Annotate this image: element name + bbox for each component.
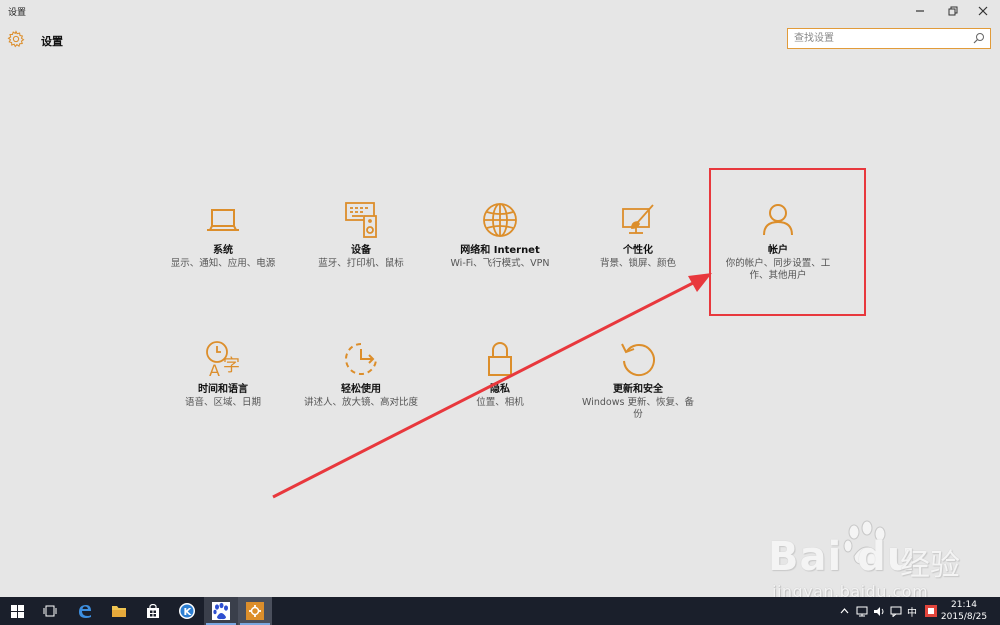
tile-time-language[interactable]: A 字 时间和语言 语音、区域、日期 (161, 339, 285, 409)
settings-app-icon (246, 602, 264, 620)
store-button[interactable] (136, 597, 170, 625)
title-bar: 设置 (0, 0, 1000, 22)
restore-button[interactable] (936, 0, 970, 22)
tray-volume[interactable] (871, 597, 887, 625)
tile-system[interactable]: 系统 显示、通知、应用、电源 (161, 200, 285, 270)
tile-update-security[interactable]: 更新和安全 Windows 更新、恢复、备份 (576, 339, 700, 421)
taskbar: K 中 21:14 2015/8/25 (0, 597, 1000, 625)
paintbrush-icon (622, 204, 654, 234)
time-language-icon: A 字 (206, 341, 240, 379)
network-icon (856, 606, 868, 616)
lock-icon (488, 342, 512, 376)
tile-name: 时间和语言 (198, 384, 248, 395)
clock-date: 2015/8/25 (940, 612, 988, 622)
laptop-icon (207, 209, 239, 231)
tile-desc: Windows 更新、恢复、备份 (582, 397, 694, 420)
ease-of-access-icon (345, 343, 377, 375)
chevron-up-icon (840, 608, 848, 614)
restore-icon (948, 6, 958, 16)
search-input[interactable] (788, 29, 968, 48)
k-app-icon: K (179, 603, 195, 619)
tile-name: 设备 (351, 245, 371, 256)
k-app-button[interactable]: K (170, 597, 204, 625)
task-view-button[interactable] (33, 597, 67, 625)
tile-name: 更新和安全 (613, 384, 663, 395)
svg-text:K: K (184, 607, 193, 618)
minimize-button[interactable] (903, 0, 937, 22)
devices-icon (345, 202, 377, 238)
tile-name: 个性化 (623, 245, 653, 256)
volume-icon (874, 606, 884, 616)
minimize-icon (916, 10, 924, 12)
tile-privacy[interactable]: 隐私 位置、相机 (438, 339, 562, 409)
tile-desc: Wi-Fi、飞行模式、VPN (450, 258, 550, 269)
tile-name: 隐私 (490, 384, 510, 395)
tile-desc: 蓝牙、打印机、鼠标 (318, 258, 404, 269)
svg-text:A: A (209, 361, 220, 379)
refresh-icon (621, 343, 655, 377)
tile-name: 网络和 Internet (460, 245, 540, 256)
taskbar-clock[interactable]: 21:14 2015/8/25 (934, 599, 994, 623)
tile-network[interactable]: 网络和 Internet Wi-Fi、飞行模式、VPN (438, 200, 562, 270)
file-explorer-button[interactable] (102, 597, 136, 625)
search-icon[interactable] (973, 32, 985, 44)
watermark-suffix: 经验 (900, 548, 960, 583)
task-view-icon (43, 605, 57, 617)
tray-network[interactable] (854, 597, 870, 625)
tile-desc: 语音、区域、日期 (184, 397, 261, 408)
highlight-box (709, 168, 866, 316)
gear-icon (7, 30, 25, 48)
edge-button[interactable] (68, 597, 102, 625)
settings-app-button[interactable] (238, 597, 272, 625)
store-icon (147, 603, 159, 618)
tile-ease-of-access[interactable]: 轻松使用 讲述人、放大镜、高对比度 (299, 339, 423, 409)
file-explorer-icon (112, 606, 126, 617)
message-icon (890, 606, 902, 617)
tray-message[interactable] (888, 597, 904, 625)
tray-overflow-button[interactable] (837, 597, 851, 625)
start-button[interactable] (0, 597, 34, 625)
tile-devices[interactable]: 设备 蓝牙、打印机、鼠标 (299, 200, 423, 270)
globe-icon (483, 203, 517, 237)
windows-start-icon (10, 604, 24, 618)
tile-personalization[interactable]: 个性化 背景、锁屏、颜色 (576, 200, 700, 270)
baidu-app-button[interactable] (204, 597, 238, 625)
close-icon (978, 6, 988, 16)
watermark-logo: Bai du (768, 534, 917, 580)
baidu-app-icon (212, 602, 230, 620)
close-button[interactable] (966, 0, 1000, 22)
edge-icon (79, 605, 91, 618)
svg-text:字: 字 (223, 356, 240, 376)
page-title: 设置 (41, 35, 63, 48)
ime-indicator: 中 (907, 607, 917, 619)
baidu-watermark: Bai du 经验 jingyan.baidu.com (768, 520, 993, 605)
tray-ime[interactable]: 中 (905, 597, 919, 625)
search-box[interactable] (787, 28, 991, 49)
tile-name: 轻松使用 (341, 384, 381, 395)
tile-desc: 讲述人、放大镜、高对比度 (303, 397, 418, 408)
tile-desc: 位置、相机 (476, 397, 524, 408)
tile-desc: 背景、锁屏、颜色 (599, 258, 676, 269)
tile-desc: 显示、通知、应用、电源 (170, 258, 276, 269)
clock-time: 21:14 (951, 600, 977, 610)
tile-name: 系统 (213, 245, 233, 256)
window-title: 设置 (8, 8, 27, 18)
